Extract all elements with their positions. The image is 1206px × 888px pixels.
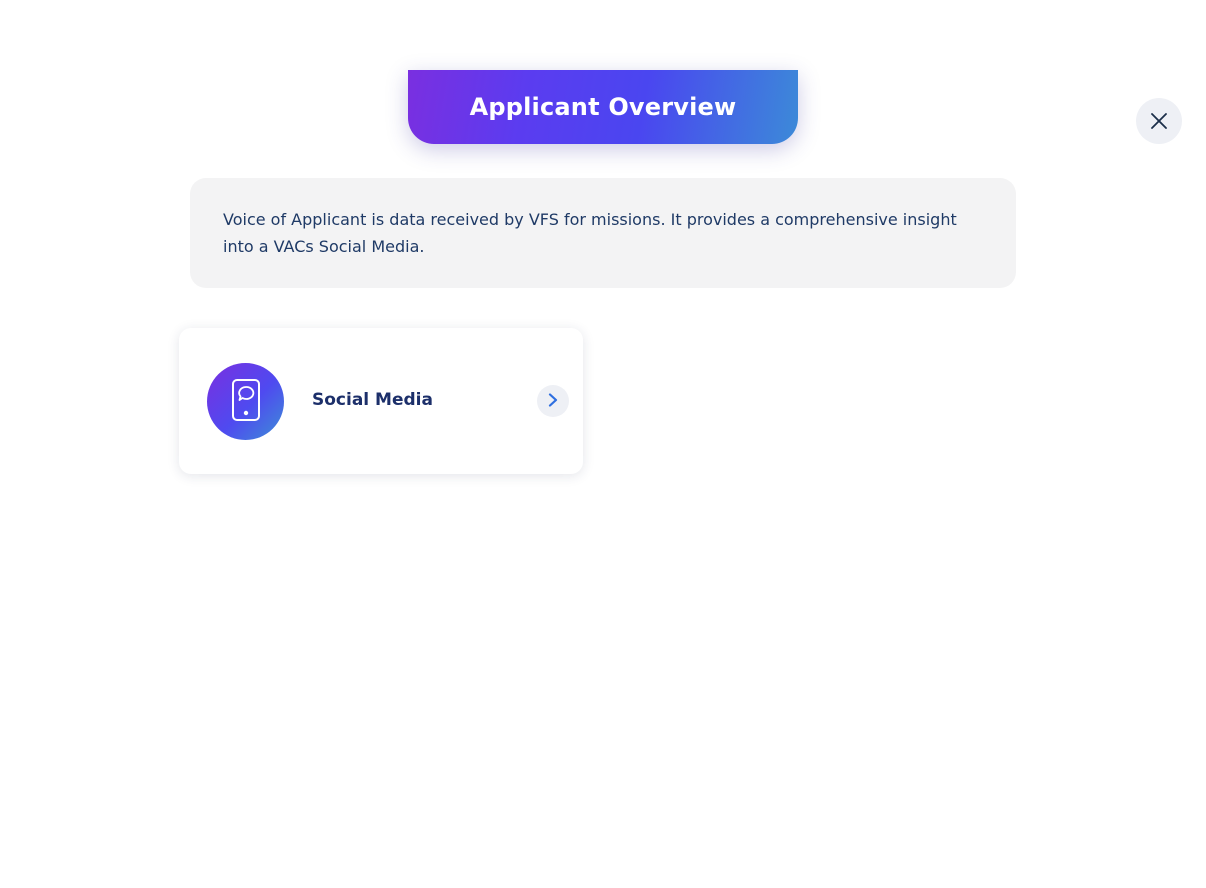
page-title: Applicant Overview xyxy=(469,93,737,121)
close-button[interactable] xyxy=(1136,98,1182,144)
applicant-overview-page: Applicant Overview Voice of Applicant is… xyxy=(0,0,1206,888)
social-media-card[interactable]: Social Media xyxy=(179,328,583,474)
chevron-right-icon xyxy=(547,392,559,411)
description-text: Voice of Applicant is data received by V… xyxy=(223,210,957,256)
card-icon-badge xyxy=(207,363,284,440)
mobile-chat-icon xyxy=(231,378,261,426)
close-icon xyxy=(1150,112,1168,130)
description-panel: Voice of Applicant is data received by V… xyxy=(190,178,1016,288)
open-card-button[interactable] xyxy=(537,385,569,417)
page-title-banner: Applicant Overview xyxy=(408,70,798,144)
card-label-social-media: Social Media xyxy=(312,390,433,410)
